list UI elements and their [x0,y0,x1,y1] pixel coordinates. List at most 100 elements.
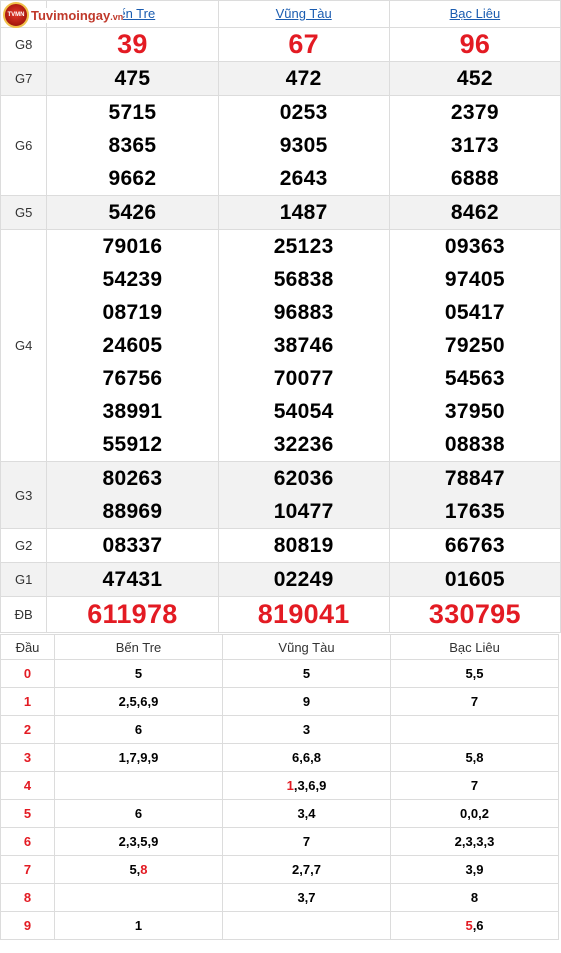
loto-tail-digits: 6,6,8 [292,750,321,765]
prize-number: 819041 [257,599,350,629]
prize-label: G4 [0,229,48,462]
loto-row: 5 6 3,4 0,0,2 [0,799,559,828]
loto-tail-cell: 6 [54,715,223,744]
prize-cell: 79016 54239 08719 24605 76756 38991 55912 [46,229,219,462]
loto-header-row: Đầu Bến Tre Vũng Tàu Bạc Liêu [0,634,559,660]
prize-number: 54563 [444,367,505,390]
loto-tail-digits: 7 [470,694,479,709]
loto-row: 3 1,7,9,9 6,6,8 5,8 [0,743,559,772]
loto-tail-cell: 6 [54,799,223,828]
prize-row: G4 79016 54239 08719 24605 76756 38991 55912 251… [0,229,561,462]
loto-tail-digits: 8 [140,862,148,877]
prize-number: 54054 [273,400,334,423]
province-link-vung-tau[interactable]: Vũng Tàu [276,6,332,21]
prize-number: 0253 [279,101,328,124]
prize-row: G8 39 67 96 [0,27,561,62]
loto-tail-digits: ,3,6,9 [293,778,327,793]
logo-badge-icon: TVMN [3,2,29,28]
prize-cell: 80263 88969 [46,461,219,529]
prize-number: 32236 [273,433,334,456]
prize-number: 39 [117,29,148,59]
prize-cell: 09363 97405 05417 79250 54563 37950 08838 [388,229,561,462]
prize-number: 08337 [102,534,163,557]
province-link-bac-lieu[interactable]: Bạc Liêu [450,6,501,21]
prize-cell: 47431 [46,562,219,597]
prize-number: 54239 [102,268,163,291]
prize-number: 9662 [108,167,157,190]
loto-tail-digits: 6 [134,722,143,737]
loto-tail-digits: 3,7 [297,890,316,905]
prize-number: 1487 [279,201,328,224]
prize-cell: 472 [217,61,390,96]
prize-number: 38991 [102,400,163,423]
prize-number: 02249 [273,568,334,591]
prize-number: 2379 [450,101,499,124]
logo-name: Tuvimoingay.vn [31,7,124,23]
loto-tail-cell: 3,9 [390,855,559,884]
prize-number: 79016 [102,235,163,258]
prize-cell: 96 [388,27,561,62]
loto-tail-cell: 5,8 [54,855,223,884]
prize-number: 8365 [108,134,157,157]
loto-row: 4 1,3,6,9 7 [0,771,559,800]
prize-cell: 819041 [217,596,390,633]
prize-row: G1 47431 02249 01605 [0,562,561,597]
loto-tail-cell: 3,7 [222,883,391,912]
prize-number: 38746 [273,334,334,357]
prize-number: 2643 [279,167,328,190]
prize-number: 80819 [273,534,334,557]
loto-tail-digits: 1,7,9,9 [118,750,159,765]
prize-label: G5 [0,195,48,230]
loto-row: 1 2,5,6,9 9 7 [0,687,559,716]
loto-tail-digits: ,6 [472,918,484,933]
prize-label: G7 [0,61,48,96]
loto-tail-cell: 5 [222,659,391,688]
prize-row: G3 80263 88969 62036 10477 78847 17635 [0,461,561,529]
prize-number: 10477 [273,500,334,523]
prize-cell: 475 [46,61,219,96]
prize-cell: 5426 [46,195,219,230]
prize-row: G5 5426 1487 8462 [0,195,561,230]
loto-tail-digits: 3,9 [465,862,484,877]
loto-tail-cell: 7 [390,687,559,716]
loto-head-digit: 0 [0,659,55,688]
prize-cell: 02249 [217,562,390,597]
prize-cell: 8462 [388,195,561,230]
loto-province-bac-lieu: Bạc Liêu [390,634,559,660]
loto-tail-cell: 7 [390,771,559,800]
site-logo[interactable]: TVMN Tuvimoingay.vn [3,2,124,28]
prize-cell: 5715 8365 9662 [46,95,219,196]
prize-cell: 62036 10477 [217,461,390,529]
prize-cell: 39 [46,27,219,62]
prize-number: 96 [459,29,491,59]
prize-number: 37950 [444,400,505,423]
loto-tail-cell: 3,4 [222,799,391,828]
loto-tail-cell: 1 [54,911,223,940]
loto-tail-digits: 3,4 [297,806,316,821]
prize-label: G8 [0,27,48,62]
prize-label: G6 [0,95,48,196]
loto-tail-digits: 6 [134,806,143,821]
prize-number: 452 [456,67,493,90]
prize-number: 3173 [450,134,499,157]
loto-tail-cell: 5,6 [390,911,559,940]
prize-number: 47431 [102,568,163,591]
prize-cell: 66763 [388,528,561,563]
loto-tail-cell: 5 [54,659,223,688]
results-header-row: TVMN Tuvimoingay.vn Bến Tre Vũng Tàu Bạc… [0,0,561,28]
loto-tail-digits: 1 [286,778,294,793]
loto-tail-cell: 2,3,3,3 [390,827,559,856]
loto-tail-digits: 0,0,2 [460,806,489,821]
loto-row: 0 5 5 5,5 [0,659,559,688]
prize-row: G7 475 472 452 [0,61,561,96]
loto-tail-cell: 2,3,5,9 [54,827,223,856]
loto-head-digit: 5 [0,799,55,828]
prize-cell: 78847 17635 [388,461,561,529]
loto-tail-digits: 5 [302,666,311,681]
prize-number: 25123 [273,235,334,258]
loto-tail-digits: 5 [134,666,143,681]
loto-tail-cell: 3 [222,715,391,744]
prize-rows: G8 39 67 96 G7 475 472 452 G6 5715 8365 9662 0253 930… [0,27,561,633]
loto-tail-cell: 1,7,9,9 [54,743,223,772]
loto-tail-cell: 5,5 [390,659,559,688]
